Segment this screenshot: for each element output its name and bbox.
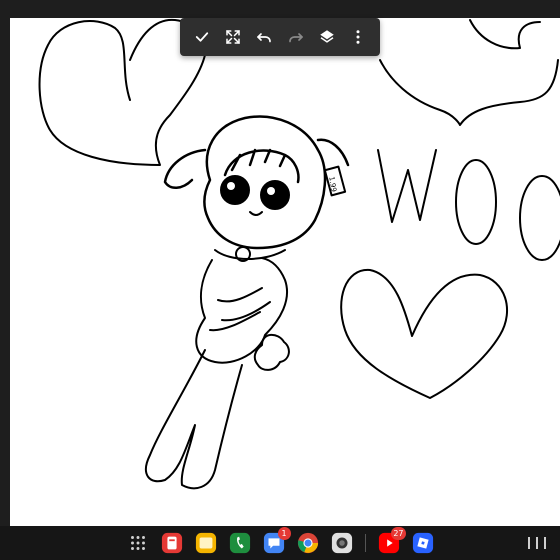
woo-o1 <box>455 159 497 245</box>
phone-icon <box>229 532 250 554</box>
red-app-icon <box>161 532 182 554</box>
eye-right <box>260 180 290 210</box>
mouth <box>249 211 263 216</box>
notification-badge: 27 <box>391 527 406 540</box>
woo-w <box>377 149 437 223</box>
woo-o2 <box>519 175 560 261</box>
taskbar-divider <box>364 534 366 552</box>
chrome-app-button[interactable] <box>297 532 319 554</box>
red-app-button[interactable] <box>161 532 183 554</box>
redo-button[interactable] <box>283 24 309 50</box>
drawing-canvas[interactable]: 1.99 <box>10 18 560 526</box>
confirm-button[interactable] <box>189 24 215 50</box>
chrome-icon <box>297 532 318 554</box>
legs <box>145 349 243 490</box>
youtube-app-button[interactable]: 27 <box>378 527 406 554</box>
layers-button[interactable] <box>314 24 340 50</box>
expand-icon <box>226 30 240 44</box>
sketch-artwork: 1.99 <box>38 18 560 490</box>
grid-icon <box>130 536 145 550</box>
ear-left <box>163 148 207 189</box>
edit-toolbar <box>180 18 380 56</box>
arm <box>209 287 271 332</box>
roblox-icon <box>412 532 433 554</box>
phone-app-button[interactable] <box>229 532 251 554</box>
recent-apps-button[interactable] <box>528 534 546 552</box>
camera-app-button[interactable] <box>331 532 353 554</box>
undo-icon <box>257 33 272 43</box>
more-vert-icon <box>356 30 360 44</box>
redo-icon <box>288 33 303 43</box>
layers-icon <box>320 30 334 43</box>
undo-button[interactable] <box>251 24 277 50</box>
notification-badge: 1 <box>277 527 291 540</box>
roblox-app-button[interactable] <box>412 532 434 554</box>
notes-app-button[interactable] <box>195 532 217 554</box>
heart-bottom <box>340 268 509 399</box>
check-icon <box>195 32 208 42</box>
fit-screen-button[interactable] <box>220 24 246 50</box>
eye-left <box>220 175 250 205</box>
heart-top-right <box>379 19 559 126</box>
messages-app-button[interactable]: 1 <box>263 527 291 554</box>
price-tag-text: 1.99 <box>327 176 338 193</box>
camera-icon <box>331 532 352 554</box>
app-drawer-button[interactable] <box>127 532 149 554</box>
taskbar: 1 27 <box>0 526 560 560</box>
more-options-button[interactable] <box>345 24 371 50</box>
notes-icon <box>195 532 216 554</box>
paw <box>253 333 290 371</box>
body <box>195 257 289 364</box>
